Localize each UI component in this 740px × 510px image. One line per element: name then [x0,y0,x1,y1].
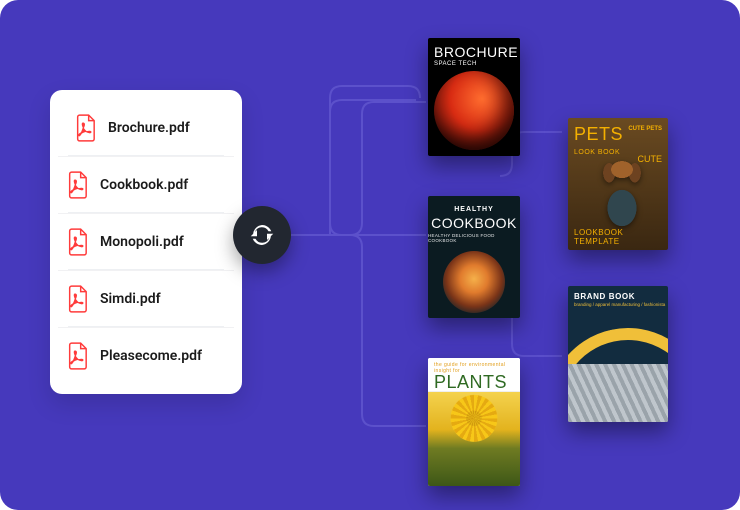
file-row: Brochure.pdf [58,100,234,157]
planet-illustration [434,71,514,150]
file-name: Cookbook.pdf [100,177,188,193]
cover-title: PLANTS [434,374,514,391]
cover-strip: branding / apparel manufacturing / fashi… [574,302,665,307]
cover-title: BROCHURE [434,44,514,60]
dish-illustration [443,251,505,313]
cover-pretitle: HEALTHY [454,206,494,213]
sunflower-illustration [428,392,520,486]
pdf-icon [66,342,88,370]
dog-illustration [590,152,654,232]
convert-icon [233,206,291,264]
pdf-icon [66,171,88,199]
cover-plants: the guide for environmental insight for … [428,358,520,486]
cover-brandbook: BRAND BOOK branding / apparel manufactur… [568,286,668,422]
file-name: Brochure.pdf [108,120,190,136]
file-name: Simdi.pdf [100,291,161,307]
pdf-icon [74,114,96,142]
pdf-icon [66,285,88,313]
cover-subtitle: HEALTHY DELICIOUS FOOD COOKBOOK [428,233,520,243]
pdf-file-list: Brochure.pdf Cookbook.pdf Monopoli.pdf S… [50,90,242,394]
file-row: Simdi.pdf [58,271,234,328]
cover-subtitle: SPACE TECH [434,61,514,67]
diagram-canvas: Brochure.pdf Cookbook.pdf Monopoli.pdf S… [0,0,740,510]
file-row: Cookbook.pdf [58,157,234,214]
cover-title: BRAND BOOK [574,292,662,301]
cover-brochure: BROCHURE SPACE TECH [428,38,520,156]
file-row: Monopoli.pdf [58,214,234,271]
cover-footer: LOOKBOOK TEMPLATE [574,228,668,246]
building-illustration [568,364,668,422]
pdf-icon [66,228,88,256]
file-name: Monopoli.pdf [100,234,184,250]
cover-pets: PETS CUTE PETS LOOK BOOK CUTE LOOKBOOK T… [568,118,668,250]
cover-tag: CUTE PETS [628,126,662,132]
cover-title: COOKBOOK [431,215,517,231]
cover-cookbook: HEALTHY COOKBOOK HEALTHY DELICIOUS FOOD … [428,196,520,318]
file-row: Pleasecome.pdf [50,328,242,384]
file-name: Pleasecome.pdf [100,348,202,364]
